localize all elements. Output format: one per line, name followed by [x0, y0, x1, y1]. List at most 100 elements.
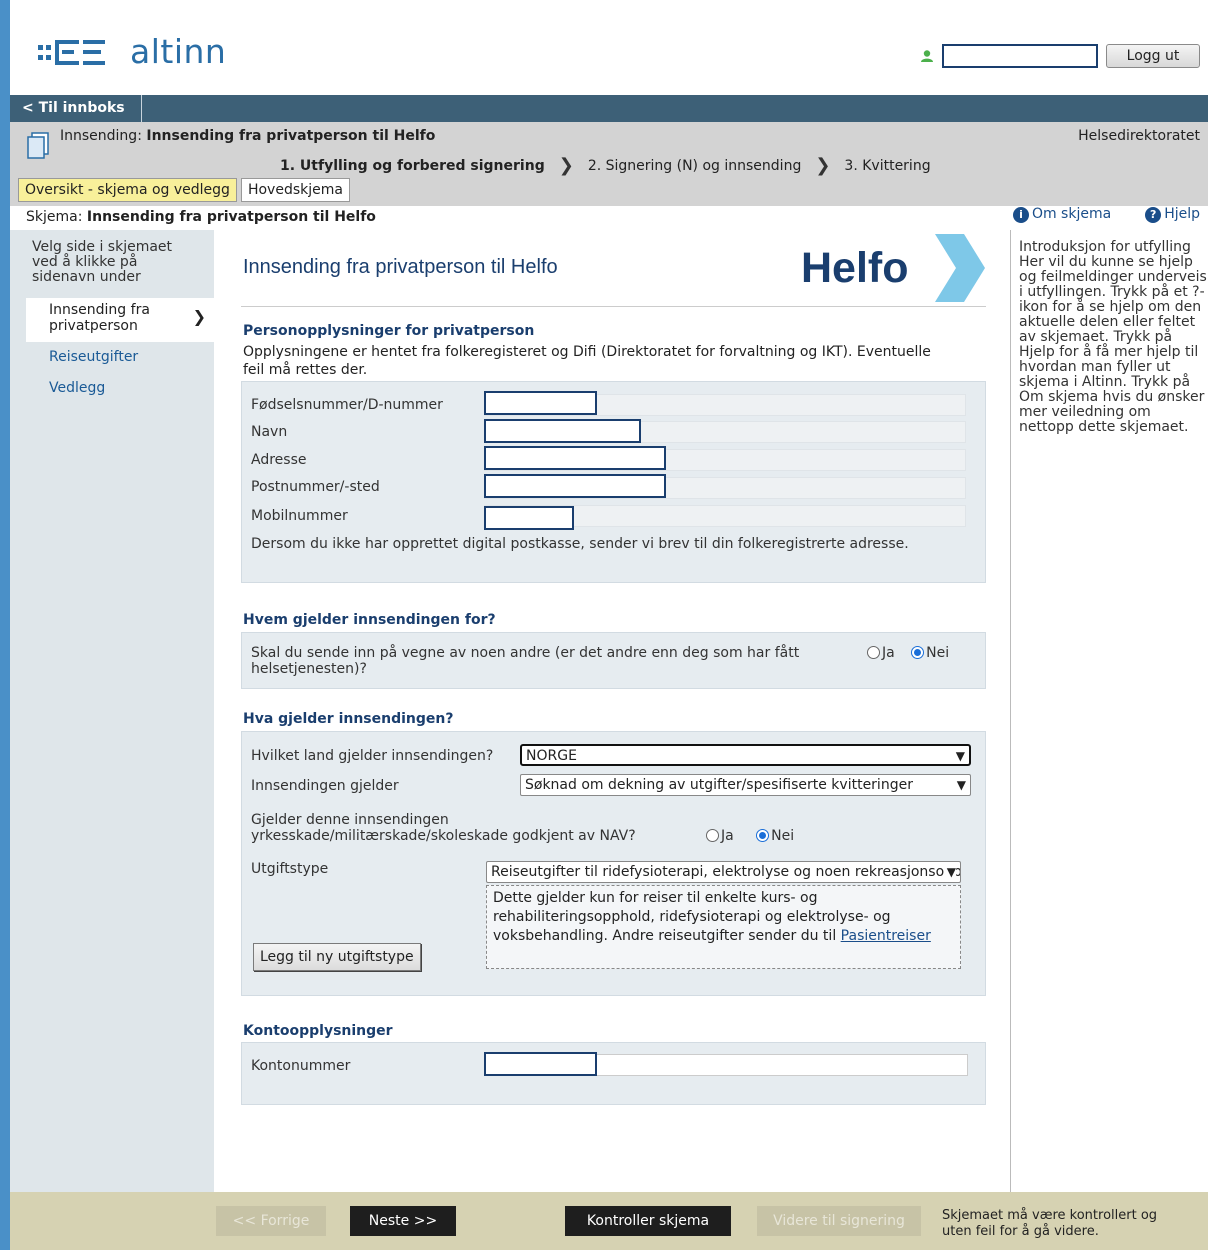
chevron-down-icon: ▼ [954, 775, 966, 795]
altinn-logo-text: altinn [130, 32, 227, 71]
about-form-label: Om skjema [1031, 206, 1112, 222]
user-name-box[interactable] [942, 44, 1098, 68]
progress-steps: 1. Utfylling og forbered signering ❯ 2. … [280, 155, 931, 176]
back-to-inbox-link[interactable]: < Til innboks [22, 95, 142, 122]
help-link[interactable]: ? Hjelp [1145, 206, 1200, 223]
step-1: 1. Utfylling og forbered signering [280, 157, 545, 174]
footer-note: Skjemaet må være kontrollert og uten fei… [942, 1208, 1158, 1239]
form-tabs: Oversikt - skjema og vedlegg Hovedskjema [18, 178, 350, 202]
help-panel: Introduksjon for utfylling Her vil du ku… [1010, 230, 1208, 1192]
form-name-prefix: Skjema: [26, 209, 87, 225]
top-header: altinn Logg ut [10, 0, 1208, 95]
form-name-title: Innsending fra privatperson til Helfo [86, 209, 376, 225]
footer-bar: << Forrige Neste >> Kontroller skjema Vi… [10, 1192, 1208, 1250]
injury-radio-yes[interactable] [706, 829, 719, 842]
check-form-button[interactable]: Kontroller skjema [565, 1206, 731, 1236]
help-text: Introduksjon for utfylling Her vil du ku… [1019, 239, 1207, 435]
field-label-fnr: Fødselsnummer/D-nummer [251, 397, 443, 413]
help-label: Hjelp [1164, 206, 1200, 222]
account-panel: Kontonummer [241, 1042, 986, 1105]
sidebar-item-vedlegg[interactable]: Vedlegg [26, 380, 214, 396]
chevron-down-icon: ▼ [955, 749, 965, 763]
concerns-value: Søknad om dekning av utgifter/spesifiser… [525, 777, 913, 793]
fnr-field[interactable] [484, 391, 597, 415]
who-panel: Skal du sende inn på vegne av noen andre… [241, 632, 986, 689]
person-panel: Fødselsnummer/D-nummer Navn Adresse Post… [241, 381, 986, 583]
expense-type-value: Reiseutgifter til ridefysioterapi, elekt… [491, 864, 961, 880]
mobile-field[interactable] [484, 506, 574, 530]
field-label-postal: Postnummer/-sted [251, 479, 380, 495]
help-links: i Om skjema ? Hjelp [1012, 206, 1200, 223]
altinn-logo[interactable]: altinn [38, 32, 226, 71]
info-icon: i [1012, 207, 1029, 223]
submission-prefix: Innsending: [60, 128, 147, 144]
form-name: Skjema: Innsending fra privatperson til … [26, 209, 376, 225]
address-field[interactable] [484, 446, 666, 470]
sidebar-item-innsending[interactable]: Innsending fra privatperson ❯ [26, 298, 214, 342]
chevron-right-icon: ❯ [815, 155, 831, 176]
injury-radio-no[interactable] [756, 829, 770, 842]
country-select[interactable]: NORGE ▼ [520, 744, 971, 766]
form-main: Innsending fra privatperson til Helfo He… [214, 230, 1010, 1192]
form-name-line: Skjema: Innsending fra privatperson til … [10, 206, 1208, 230]
next-button[interactable]: Neste >> [350, 1206, 456, 1236]
helfo-logo: Helfo [801, 234, 985, 302]
account-number-field[interactable] [484, 1052, 597, 1076]
altinn-logo-icon [38, 39, 105, 65]
who-no-label: Nei [926, 645, 950, 661]
user-icon [921, 50, 933, 62]
sidenav-intro: Velg side i skjemaet ved å klikke på sid… [32, 239, 173, 285]
add-expense-type-button[interactable]: Legg til ny utgiftstype [253, 943, 421, 971]
side-navigation: Velg side i skjemaet ved å klikke på sid… [10, 230, 214, 1192]
left-accent-bar [0, 0, 10, 1250]
department-name: Helsedirektoratet [1078, 128, 1200, 144]
tab-main-form[interactable]: Hovedskjema [240, 178, 350, 202]
tab-overview[interactable]: Oversikt - skjema og vedlegg [18, 178, 237, 202]
sidebar-item-label: Innsending fra privatperson [49, 302, 150, 334]
about-form-link[interactable]: i Om skjema [1012, 206, 1112, 223]
step-3: 3. Kvittering [844, 157, 931, 174]
person-section-desc: Opplysningene er hentet fra folkeregiste… [243, 344, 931, 378]
what-section-heading: Hva gjelder innsendingen? [243, 711, 454, 727]
field-label-mobile: Mobilnummer [251, 508, 348, 524]
injury-no-label: Nei [771, 828, 795, 844]
navigation-bar: < Til innboks [10, 95, 1208, 122]
document-icon [27, 132, 49, 159]
who-radio-yes[interactable] [867, 646, 880, 659]
who-radio-group: Ja Nei [867, 645, 949, 661]
field-label-name: Navn [251, 424, 288, 440]
injury-label: Gjelder denne innsendingen yrkesskade/mi… [251, 812, 636, 844]
country-value: NORGE [526, 748, 577, 764]
step-2: 2. Signering (N) og innsending [587, 157, 802, 174]
chevron-down-icon: ▼ [944, 862, 956, 882]
account-section-heading: Kontoopplysninger [243, 1023, 393, 1039]
postbox-note: Dersom du ikke har opprettet digital pos… [251, 536, 909, 552]
concerns-select[interactable]: Søknad om dekning av utgifter/spesifiser… [520, 774, 971, 796]
question-icon: ? [1145, 207, 1162, 223]
submission-title: Innsending: Innsending fra privatperson … [60, 128, 435, 144]
person-section-heading: Personopplysninger for privatperson [243, 323, 535, 339]
postal-field[interactable] [484, 474, 666, 498]
submission-header: Innsending: Innsending fra privatperson … [10, 122, 1208, 206]
sidebar-item-reiseutgifter[interactable]: Reiseutgifter [26, 349, 214, 365]
who-section-heading: Hvem gjelder innsendingen for? [243, 612, 496, 628]
injury-radio-group: Ja Nei [706, 828, 794, 844]
submission-name: Innsending fra privatperson til Helfo [146, 128, 436, 144]
previous-button[interactable]: << Forrige [216, 1206, 326, 1236]
country-label: Hvilket land gjelder innsendingen? [251, 748, 494, 764]
helfo-logo-text: Helfo [801, 244, 909, 292]
page-title: Innsending fra privatperson til Helfo [243, 256, 558, 278]
name-field[interactable] [484, 419, 641, 443]
chevron-right-icon: ❯ [558, 155, 574, 176]
account-label: Kontonummer [251, 1058, 351, 1074]
concerns-label: Innsendingen gjelder [251, 778, 399, 794]
who-yes-label: Ja [882, 645, 895, 661]
logout-button[interactable]: Logg ut [1106, 44, 1200, 68]
what-panel: Hvilket land gjelder innsendingen? NORGE… [241, 731, 986, 996]
expense-type-select[interactable]: Reiseutgifter til ridefysioterapi, elekt… [486, 861, 961, 883]
continue-to-signing-button[interactable]: Videre til signering [757, 1206, 921, 1236]
pasientreiser-link[interactable]: Pasientreiser [841, 928, 931, 944]
expense-info-text: Dette gjelder kun for reiser til enkelte… [493, 890, 891, 944]
who-radio-no[interactable] [911, 646, 925, 659]
type-label: Utgiftstype [251, 861, 329, 877]
